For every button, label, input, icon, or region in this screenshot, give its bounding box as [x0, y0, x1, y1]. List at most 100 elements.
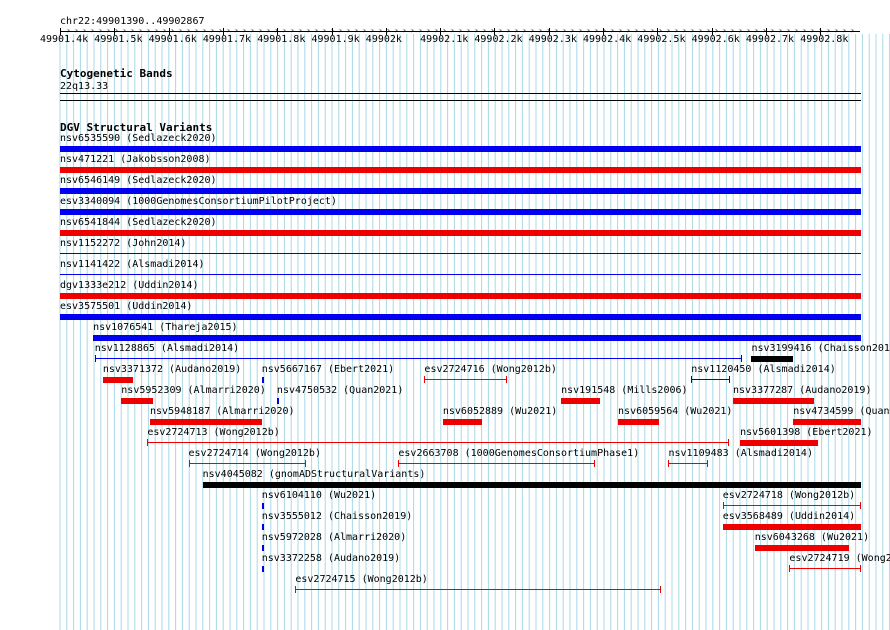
- sv-feature-bar-loss[interactable]: [60, 230, 861, 236]
- sv-feature-bar-loss[interactable]: [793, 419, 861, 425]
- sv-feature-bar-loss[interactable]: [668, 463, 709, 464]
- ruler-tick-label: 49901.6k: [148, 34, 197, 45]
- sv-feature-label[interactable]: nsv5948187 (Almarri2020): [150, 406, 295, 417]
- sv-feature-label[interactable]: nsv5667167 (Ebert2021): [262, 364, 394, 375]
- sv-feature-bar-loss[interactable]: [789, 568, 861, 569]
- sv-feature-bar-loss[interactable]: [398, 463, 595, 464]
- sv-feature-bar-loss[interactable]: [121, 398, 154, 404]
- ruler-tick-label: 49902.7k: [745, 34, 795, 45]
- sv-feature-bar-loss[interactable]: [561, 398, 600, 404]
- sv-feature-label[interactable]: nsv3372258 (Audano2019): [262, 553, 400, 564]
- sv-feature-label[interactable]: nsv1128865 (Alsmadi2014): [95, 343, 240, 354]
- sv-feature-bar-loss[interactable]: [722, 505, 861, 506]
- sv-feature-bar-loss[interactable]: [150, 419, 262, 425]
- sv-feature-label[interactable]: nsv191548 (Mills2006): [561, 385, 687, 396]
- sv-feature-label[interactable]: esv2663708 (1000GenomesConsortiumPhase1): [398, 448, 639, 459]
- sv-feature-bar-complex[interactable]: [751, 356, 793, 362]
- sv-feature-label[interactable]: nsv4045082 (gnomADStructuralVariants): [203, 469, 426, 480]
- sv-feature-label[interactable]: esv2724713 (Wong2012b): [147, 427, 279, 438]
- sv-feature-bar-gain[interactable]: [60, 209, 861, 215]
- sv-feature-bar-complex[interactable]: [202, 482, 861, 488]
- sv-feature-bar-gain[interactable]: [261, 503, 264, 509]
- sv-feature-label[interactable]: esv2724715 (Wong2012b): [295, 574, 427, 585]
- sv-feature-label[interactable]: esv3575501 (Uddin2014): [60, 301, 192, 312]
- sv-feature-label[interactable]: esv3340094 (1000GenomesConsortiumPilotPr…: [60, 196, 337, 207]
- ruler-tick-label: 49901.9k: [311, 34, 360, 45]
- sv-feature-bar-gain[interactable]: [60, 274, 861, 275]
- sv-feature-bar-gain[interactable]: [261, 566, 264, 572]
- sv-feature-label[interactable]: nsv1076541 (Thareja2015): [93, 322, 238, 333]
- sv-feature-label[interactable]: esv2724714 (Wong2012b): [189, 448, 321, 459]
- sv-feature-label[interactable]: nsv6104110 (Wu2021): [262, 490, 376, 501]
- sv-feature-bar-loss[interactable]: [733, 398, 814, 404]
- ruler-tick-label: 49902k: [365, 34, 402, 45]
- sv-feature-label[interactable]: nsv1120450 (Alsmadi2014): [691, 364, 836, 375]
- sv-feature-label[interactable]: esv2724718 (Wong2012b): [723, 490, 855, 501]
- sv-feature-label[interactable]: nsv5601398 (Ebert2021): [740, 427, 872, 438]
- sv-feature-label[interactable]: nsv5972028 (Almarri2020): [262, 532, 407, 543]
- sv-feature-label[interactable]: dgv1333e212 (Uddin2014): [60, 280, 198, 291]
- ruler-tick-label: 49901.7k: [202, 34, 252, 45]
- cytoband-track-title: Cytogenetic Bands: [60, 67, 173, 80]
- sv-feature-bar-gain[interactable]: [261, 524, 264, 530]
- sv-feature-bar-gain[interactable]: [276, 398, 279, 404]
- sv-feature-label[interactable]: esv3568489 (Uddin2014): [723, 511, 855, 522]
- ruler-tick-label: 49901.5k: [94, 34, 143, 45]
- sv-feature-label[interactable]: nsv4734599 (Quan2021): [793, 406, 890, 417]
- cytoband-label: 22q13.33: [60, 81, 109, 92]
- sv-feature-bar-gain[interactable]: [261, 545, 264, 551]
- sv-feature-bar-loss[interactable]: [60, 167, 861, 173]
- sv-feature-bar-loss[interactable]: [442, 419, 482, 425]
- cytoband-bar-bottom: [60, 100, 861, 101]
- sv-feature-label[interactable]: nsv1141422 (Alsmadi2014): [60, 259, 205, 270]
- sv-feature-label[interactable]: nsv3377287 (Audano2019): [733, 385, 871, 396]
- sv-feature-label[interactable]: esv2724716 (Wong2012b): [424, 364, 556, 375]
- sv-feature-bar-loss[interactable]: [102, 377, 133, 383]
- sv-feature-bar-loss[interactable]: [754, 545, 850, 551]
- sv-feature-label[interactable]: nsv3555012 (Chaisson2019): [262, 511, 413, 522]
- sv-feature-bar-loss[interactable]: [188, 463, 306, 464]
- sv-feature-bar-gain[interactable]: [691, 379, 730, 380]
- sv-feature-bar-loss[interactable]: [722, 524, 861, 530]
- sv-feature-label[interactable]: nsv471221 (Jakobsson2008): [60, 154, 211, 165]
- sv-feature-label[interactable]: nsv6052889 (Wu2021): [443, 406, 557, 417]
- sv-feature-label[interactable]: nsv3199416 (Chaisson2019): [751, 343, 890, 354]
- sv-feature-label[interactable]: nsv5952309 (Almarri2020): [121, 385, 266, 396]
- sv-feature-label[interactable]: nsv3371372 (Audano2019): [103, 364, 241, 375]
- ruler-tick-label: 49902.3k: [528, 34, 577, 45]
- ruler-tick-label: 49902.2k: [474, 34, 523, 45]
- sv-feature-bar-gain[interactable]: [93, 335, 861, 341]
- ruler-arrow: ›: [410, 26, 415, 35]
- cytoband-bar-top: [60, 93, 861, 94]
- ruler-tick-label: 49901.8k: [257, 34, 306, 45]
- ruler-arrow: ›: [850, 26, 855, 35]
- sv-feature-bar-loss[interactable]: [60, 293, 861, 299]
- sv-feature-bar-gain[interactable]: [60, 253, 861, 254]
- ruler-tick-label: 49902.1k: [420, 34, 469, 45]
- sv-feature-label[interactable]: nsv4750532 (Quan2021): [277, 385, 403, 396]
- sv-feature-bar-loss[interactable]: [424, 379, 508, 380]
- sv-feature-label[interactable]: nsv6541844 (Sedlazeck2020): [60, 217, 217, 228]
- sv-feature-bar-loss[interactable]: [618, 419, 659, 425]
- sv-feature-bar-loss[interactable]: [147, 442, 730, 443]
- sv-feature-bar-gain[interactable]: [60, 188, 861, 194]
- sv-feature-label[interactable]: nsv6059564 (Wu2021): [618, 406, 732, 417]
- ruler-arrow: ›: [522, 26, 527, 35]
- sv-feature-label[interactable]: nsv6535590 (Sedlazeck2020): [60, 133, 217, 144]
- sv-feature-label[interactable]: esv2724719 (Wong2012b): [789, 553, 890, 564]
- sv-feature-bar-gain[interactable]: [60, 314, 861, 320]
- ruler-arrow: ›: [402, 26, 407, 35]
- sv-feature-label[interactable]: nsv6043268 (Wu2021): [755, 532, 869, 543]
- sv-feature-label[interactable]: nsv6546149 (Sedlazeck2020): [60, 175, 217, 186]
- sv-feature-bar-gain[interactable]: [261, 377, 264, 383]
- sv-feature-bar-gain[interactable]: [60, 146, 861, 152]
- ruler-tick-label: 49902.5k: [637, 34, 686, 45]
- ruler-tick-label: 49902.4k: [583, 34, 632, 45]
- sv-feature-bar-loss[interactable]: [740, 440, 818, 446]
- ruler-tick-label: 49902.6k: [691, 34, 740, 45]
- sv-feature-bar-loss[interactable]: [295, 589, 662, 590]
- ruler-tick-label: 49901.4k: [40, 34, 89, 45]
- sv-feature-label[interactable]: nsv1152272 (John2014): [60, 238, 186, 249]
- sv-feature-label[interactable]: nsv1109483 (Alsmadi2014): [668, 448, 813, 459]
- sv-feature-bar-gain[interactable]: [94, 358, 743, 359]
